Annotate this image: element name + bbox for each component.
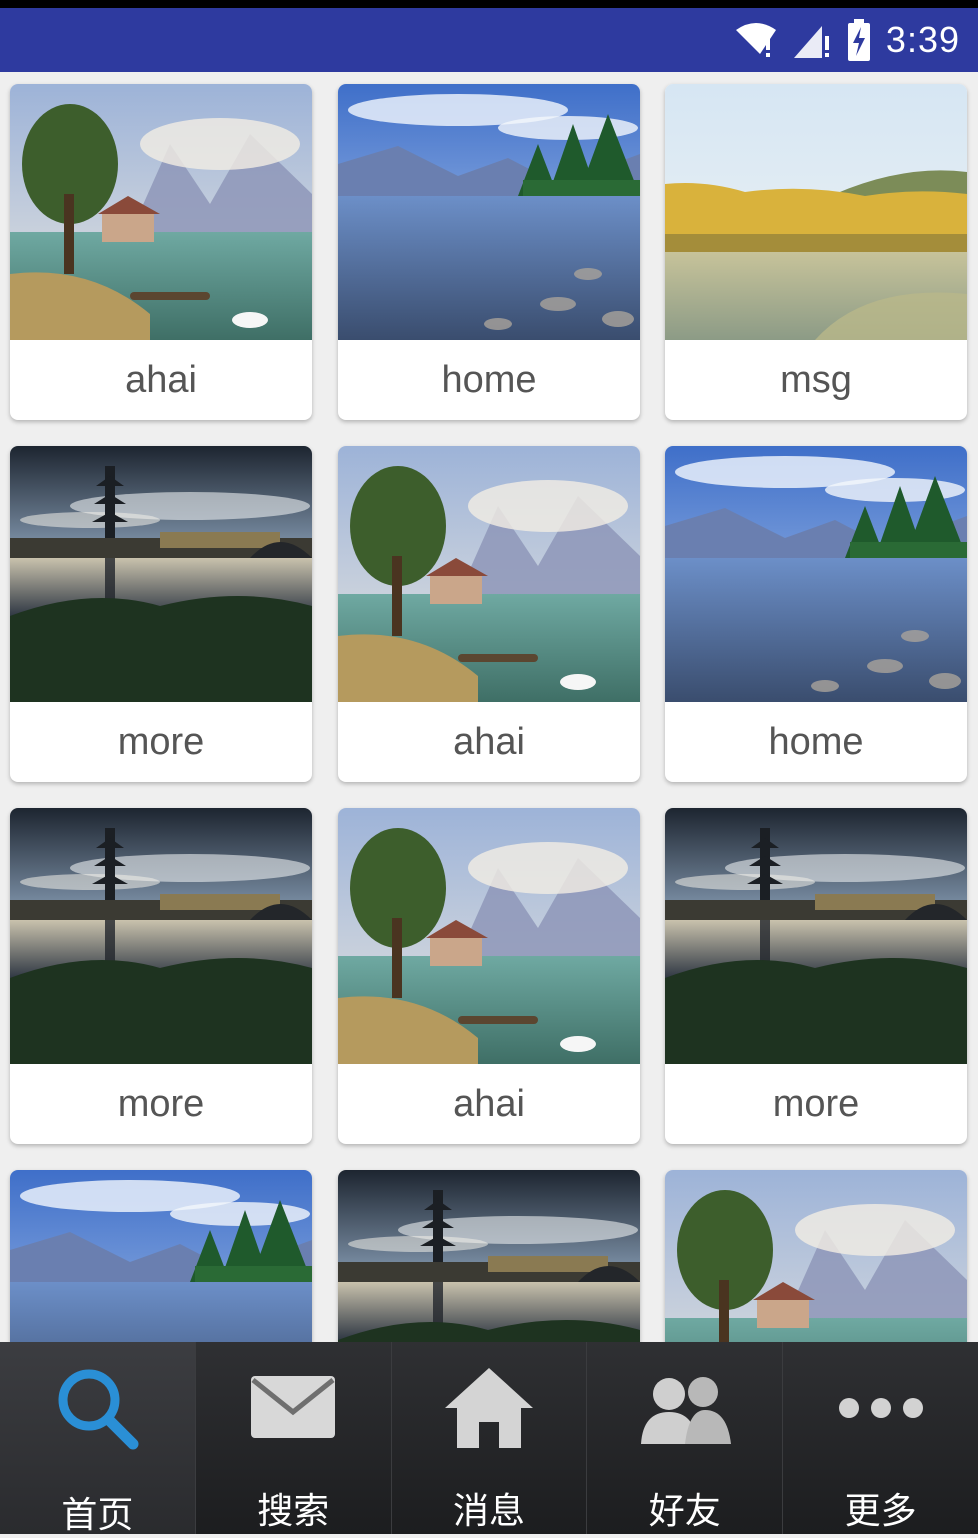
- mail-icon: [251, 1376, 336, 1438]
- grid-item[interactable]: ahai: [338, 446, 640, 782]
- grid-item[interactable]: ahai: [338, 808, 640, 1144]
- grid-item-label: home: [441, 358, 537, 401]
- grid-item-label: ahai: [453, 1082, 525, 1125]
- pagoda-reflection-dusk-image: [10, 446, 312, 702]
- bottom-nav: 首页 搜索 消息 好友 更多: [0, 1342, 978, 1536]
- painting-lake-landscape-image: [665, 1170, 967, 1342]
- thumbnail-image: [10, 1170, 312, 1342]
- grid-item[interactable]: home: [665, 446, 967, 782]
- grid-item-label: home: [768, 720, 864, 763]
- grid-item-label: more: [117, 1082, 205, 1125]
- grid-item[interactable]: [665, 1170, 967, 1342]
- thumbnail-image: [665, 84, 967, 340]
- painting-lake-landscape-image: [338, 446, 640, 702]
- more-icon: [838, 1398, 923, 1418]
- signal-alert-icon: [793, 26, 829, 58]
- mountain-lake-clear-water-image: [10, 1170, 312, 1342]
- grid-item[interactable]: more: [10, 808, 312, 1144]
- status-icons: 3:39: [734, 18, 960, 62]
- image-grid[interactable]: ahai home msg more ahai home more ahai m…: [0, 72, 978, 1342]
- nav-label: 搜索: [257, 1491, 330, 1532]
- painting-lake-landscape-image: [10, 84, 312, 340]
- thumbnail-image: [338, 84, 640, 340]
- grid-item-label: more: [117, 720, 205, 763]
- home-icon: [444, 1368, 533, 1448]
- grid-item-label: ahai: [453, 720, 525, 763]
- pagoda-reflection-dusk-image: [338, 1170, 640, 1342]
- grid-item[interactable]: more: [10, 446, 312, 782]
- autumn-forest-lake-image: [665, 84, 967, 340]
- grid-item-label: msg: [780, 358, 852, 401]
- grid-item[interactable]: more: [665, 808, 967, 1144]
- grid-item-label: more: [772, 1082, 860, 1125]
- nav-label: 好友: [648, 1491, 721, 1532]
- status-bar: 3:39: [0, 0, 978, 72]
- thumbnail-image: [10, 84, 312, 340]
- grid-item[interactable]: [10, 1170, 312, 1342]
- search-icon: [58, 1369, 139, 1450]
- nav-item-search[interactable]: 搜索: [196, 1342, 392, 1534]
- wifi-alert-icon: [735, 23, 776, 57]
- battery-charging-icon: [847, 19, 870, 61]
- grid-item[interactable]: msg: [665, 84, 967, 420]
- status-time: 3:39: [885, 19, 960, 60]
- nav-item-more[interactable]: 更多: [783, 1342, 978, 1534]
- nav-item-messages[interactable]: 消息: [392, 1342, 588, 1534]
- nav-label: 消息: [452, 1491, 525, 1532]
- thumbnail-image: [665, 1170, 967, 1342]
- grid-item-label: ahai: [125, 358, 197, 401]
- friends-icon: [640, 1377, 731, 1444]
- thumbnail-image: [338, 446, 640, 702]
- pagoda-reflection-dusk-image: [665, 808, 967, 1064]
- thumbnail-image: [338, 1170, 640, 1342]
- thumbnail-image: [665, 808, 967, 1064]
- grid-item[interactable]: home: [338, 84, 640, 420]
- grid-item[interactable]: [338, 1170, 640, 1342]
- nav-item-home[interactable]: 首页: [0, 1342, 196, 1536]
- thumbnail-image: [10, 446, 312, 702]
- nav-label: 首页: [61, 1495, 134, 1536]
- mountain-lake-clear-water-image: [338, 84, 640, 340]
- thumbnail-image: [338, 808, 640, 1064]
- mountain-lake-clear-water-image: [665, 446, 967, 702]
- nav-item-friends[interactable]: 好友: [587, 1342, 784, 1534]
- painting-lake-landscape-image: [338, 808, 640, 1064]
- pagoda-reflection-dusk-image: [10, 808, 312, 1064]
- nav-label: 更多: [844, 1491, 917, 1532]
- thumbnail-image: [665, 446, 967, 702]
- grid-item[interactable]: ahai: [10, 84, 312, 420]
- thumbnail-image: [10, 808, 312, 1064]
